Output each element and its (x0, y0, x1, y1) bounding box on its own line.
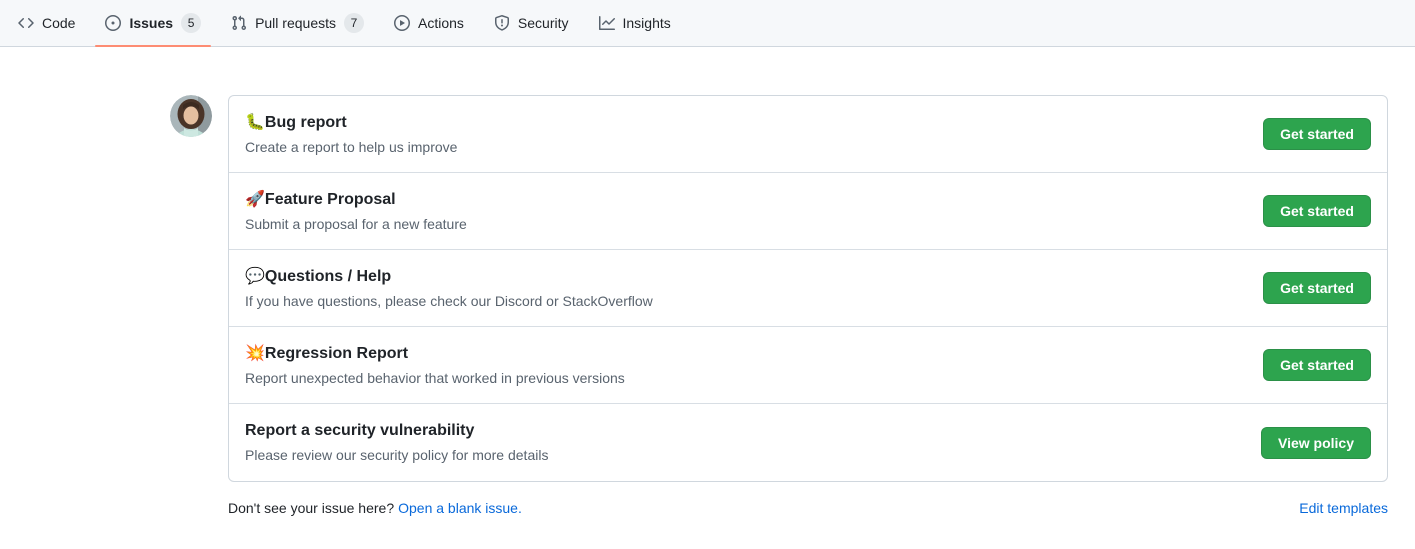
get-started-button[interactable]: Get started (1263, 118, 1371, 150)
issues-count-badge: 5 (181, 13, 201, 33)
get-started-button[interactable]: Get started (1263, 349, 1371, 381)
template-title: Regression Report (265, 345, 408, 362)
pull-requests-count-badge: 7 (344, 13, 364, 33)
blank-issue-prompt: Don't see your issue here? (228, 500, 394, 516)
repo-tab-nav: Code Issues 5 Pull requests 7 Actions Se… (0, 0, 1415, 47)
issue-template-chooser: 🐛Bug report Create a report to help us i… (170, 95, 1388, 516)
graph-icon (599, 15, 615, 31)
bug-emoji-icon: 🐛 (245, 114, 265, 131)
tab-code-label: Code (42, 15, 75, 31)
template-row-regression-report: 💥Regression Report Report unexpected beh… (229, 327, 1387, 404)
template-title: Feature Proposal (265, 191, 396, 208)
rocket-emoji-icon: 🚀 (245, 191, 265, 208)
template-description: Please review our security policy for mo… (245, 445, 1245, 466)
tab-issues-label: Issues (129, 15, 173, 31)
shield-icon (494, 15, 510, 31)
template-title: Report a security vulnerability (245, 422, 474, 439)
tab-insights[interactable]: Insights (589, 0, 681, 46)
collision-emoji-icon: 💥 (245, 345, 265, 362)
template-description: Create a report to help us improve (245, 137, 1247, 158)
view-policy-button[interactable]: View policy (1261, 427, 1371, 459)
edit-templates-link[interactable]: Edit templates (1299, 500, 1388, 516)
tab-security[interactable]: Security (484, 0, 579, 46)
template-row-feature-proposal: 🚀Feature Proposal Submit a proposal for … (229, 173, 1387, 250)
tab-actions[interactable]: Actions (384, 0, 474, 46)
play-circle-icon (394, 15, 410, 31)
code-icon (18, 15, 34, 31)
tab-pull-requests-label: Pull requests (255, 15, 336, 31)
issue-templates-card: 🐛Bug report Create a report to help us i… (228, 95, 1388, 482)
template-title: Bug report (265, 114, 347, 131)
template-description: If you have questions, please check our … (245, 291, 1247, 312)
tab-issues[interactable]: Issues 5 (95, 0, 211, 46)
get-started-button[interactable]: Get started (1263, 272, 1371, 304)
template-row-questions-help: 💬Questions / Help If you have questions,… (229, 250, 1387, 327)
tab-code[interactable]: Code (8, 0, 85, 46)
speech-balloon-emoji-icon: 💬 (245, 268, 265, 285)
avatar (170, 95, 212, 137)
chooser-footer: Don't see your issue here?Open a blank i… (228, 500, 1388, 516)
issue-opened-icon (105, 15, 121, 31)
template-description: Report unexpected behavior that worked i… (245, 368, 1247, 389)
template-row-security-vulnerability: Report a security vulnerability Please r… (229, 404, 1387, 481)
git-pull-request-icon (231, 15, 247, 31)
tab-security-label: Security (518, 15, 569, 31)
open-blank-issue-link[interactable]: Open a blank issue. (398, 500, 522, 516)
template-title: Questions / Help (265, 268, 391, 285)
template-row-bug-report: 🐛Bug report Create a report to help us i… (229, 96, 1387, 173)
tab-pull-requests[interactable]: Pull requests 7 (221, 0, 374, 46)
template-description: Submit a proposal for a new feature (245, 214, 1247, 235)
tab-insights-label: Insights (623, 15, 671, 31)
tab-actions-label: Actions (418, 15, 464, 31)
get-started-button[interactable]: Get started (1263, 195, 1371, 227)
